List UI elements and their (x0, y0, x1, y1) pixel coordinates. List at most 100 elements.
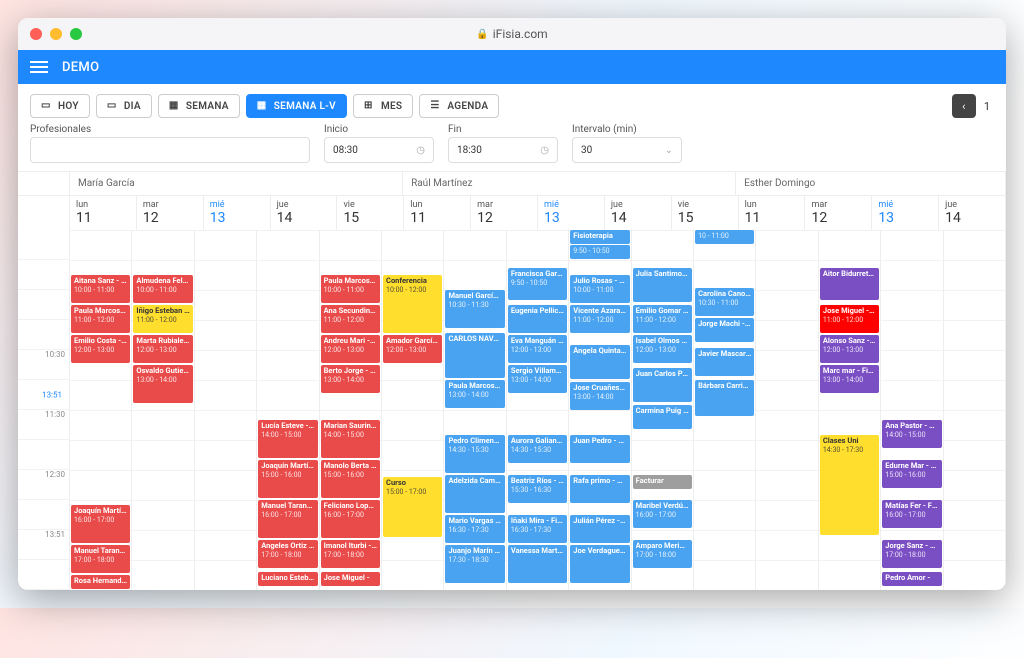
day-column[interactable]: Aitana Sanz - Fisioterapia10:00 - 11:00P… (70, 230, 132, 590)
calendar-event[interactable]: Juan Carlos Pérez - Fisioterapia (633, 368, 692, 402)
calendar-event[interactable]: Jose Cruañes - Fisioterapia13:00 - 14:00 (570, 382, 629, 410)
day-header[interactable]: mar12 (471, 196, 538, 230)
calendar-event[interactable]: Marta Rubiales - Fisioterapia12:00 - 13:… (133, 335, 192, 363)
calendar-event[interactable]: Jose Miguel - (321, 572, 380, 586)
calendar-event[interactable]: Emilio Costa - Fisioterapia12:00 - 13:00 (71, 335, 130, 363)
day-column[interactable]: Aitor Bidurreta - Fisioterapia Jose Migue… (819, 230, 881, 590)
calendar-event[interactable]: Julio Rosas - Fisioterapia10:00 - 11:00 (570, 275, 629, 303)
calendar-event[interactable]: Angeles Ortiz - Fisioterapia17:00 - 18:0… (258, 540, 317, 568)
calendar-event[interactable]: Joe Verdaguer - Fisioterapia (570, 545, 629, 583)
view-semanalv-button[interactable]: ▦SEMANA L-V (246, 94, 347, 118)
close-icon[interactable] (30, 28, 42, 40)
day-header[interactable]: mié13 (538, 196, 605, 230)
calendar-event[interactable]: Marc mar - Fisioterapia13:00 - 14:00 (820, 365, 879, 393)
day-header[interactable]: mié13 (204, 196, 271, 230)
day-column[interactable] (944, 230, 1006, 590)
calendar-event[interactable]: Berto Jorge - Fisioterapia13:00 - 14:00 (321, 365, 380, 393)
calendar-event[interactable]: Jorge Sanz - Fisioterapia17:00 - 18:00 (882, 540, 941, 568)
view-agenda-button[interactable]: ☰AGENDA (419, 94, 499, 118)
day-column[interactable]: Fisioterapia9:50 - 10:50 Julio Rosas - Fi… (569, 230, 631, 590)
calendar-event[interactable]: Pedro Amor - (882, 572, 941, 586)
calendar-event[interactable]: Emilio Gomar - Fisioterapia11:00 - 12:00 (633, 305, 692, 333)
calendar-event[interactable]: Iñaki Mira - Fisioterapia16:30 - 17:30 (508, 515, 567, 543)
calendar-event[interactable]: Andreu Mari - Fisioterapia12:00 - 13:00 (321, 335, 380, 363)
day-header[interactable]: mié13 (872, 196, 939, 230)
calendar-event[interactable]: Eva Manguán - Fisioterapia12:00 - 13:00 (508, 335, 567, 363)
calendar-event[interactable]: Adelzida Campos - Fisioterapia (445, 475, 504, 513)
calendar-event[interactable]: Edurne Mar - Fisioterapia15:00 - 16:00 (882, 460, 941, 488)
view-hoy-button[interactable]: ▭HOY (30, 94, 90, 118)
calendar-event[interactable]: Facturar (633, 475, 692, 489)
calendar-event[interactable]: Bárbara Carriedo - Fisioterapia (695, 380, 754, 416)
calendar-event[interactable]: Carmina Puig - Fisioterapia (633, 405, 692, 429)
calendar-event[interactable]: Aitor Bidurreta - Fisioterapia (820, 268, 879, 300)
calendar-event[interactable]: 9:50 - 10:50 (570, 245, 629, 259)
day-header[interactable]: mar12 (137, 196, 204, 230)
calendar-event[interactable]: Clases Uni14:30 - 17:30 (820, 435, 879, 535)
calendar-event[interactable]: Feliciano Lopez - Fisioterapia16:00 - 17… (321, 500, 380, 538)
calendar-event[interactable]: Vanessa Martínez - Fisioterapia (508, 545, 567, 583)
calendar-event[interactable]: Luciano Esteban (258, 572, 317, 586)
day-column[interactable]: Paula Marcos - Fisioterapia10:00 - 11:00… (320, 230, 382, 590)
view-mes-button[interactable]: ⊞MES (353, 94, 413, 118)
calendar-event[interactable]: Mario Vargas - Fisioterapia16:30 - 17:30 (445, 515, 504, 543)
day-header[interactable]: vie15 (337, 196, 404, 230)
day-column[interactable]: Almudena Feliz - Fisioterapia10:00 - 11:… (132, 230, 194, 590)
calendar-event[interactable]: Jose Miguel - Fisioterapia11:00 - 12:00 (820, 305, 879, 333)
menu-icon[interactable] (30, 61, 48, 73)
day-header[interactable]: vie15 (672, 196, 739, 230)
calendar-event[interactable]: Juanjo Marín - Fisioterapia17:30 - 18:30 (445, 545, 504, 583)
calendar-event[interactable]: Iñigo Esteban - Fisioterapia11:00 - 12:0… (133, 305, 192, 333)
calendar-event[interactable]: Juan Pedro - Fisioterapia (570, 435, 629, 463)
calendar-event[interactable]: Osvaldo Gutierrez - Fisioterapia13:00 - … (133, 365, 192, 403)
calendar-event[interactable]: Manuel García - Fisioterapia10:30 - 11:3… (445, 290, 504, 328)
calendar-event[interactable]: Marian Saurina - Fisioterapia14:00 - 15:… (321, 420, 380, 458)
day-column[interactable]: 10 - 11:00 Carolina Cano - Fisioterapia10… (694, 230, 756, 590)
calendar-event[interactable]: Aurora Galiano - Fisioterapia14:30 - 15:… (508, 435, 567, 463)
day-column[interactable]: Francisca García - Fisioterapia9:50 - 10… (507, 230, 569, 590)
calendar-event[interactable]: 10 - 11:00 (695, 230, 754, 244)
calendar-event[interactable]: Javier Mascarell - Fisioterapia (695, 348, 754, 376)
calendar-event[interactable]: Sergio Villamón - Fisioterapia13:00 - 14… (508, 365, 567, 393)
intervalo-select[interactable]: 30⌄ (572, 137, 682, 163)
day-header[interactable]: lun11 (404, 196, 471, 230)
calendar-event[interactable]: Carolina Cano - Fisioterapia10:30 - 11:0… (695, 288, 754, 316)
calendar-event[interactable]: Isabel Olmos - Fisioterapia12:00 - 13:00 (633, 335, 692, 363)
calendar-event[interactable]: Lucía Esteve - Fisioterapia14:00 - 15:00 (258, 420, 317, 458)
calendar-event[interactable]: Rafa primo - Fisioterapia (570, 475, 629, 503)
calendar-event[interactable]: Pedro Climent Ferri - Fisioterapia14:30 … (445, 435, 504, 473)
profesionales-input[interactable] (30, 137, 310, 163)
calendar-event[interactable]: Joaquín Martínez - Fisioterapia15:00 - 1… (258, 460, 317, 498)
calendar-event[interactable]: Conferencia10:00 - 12:00 (383, 275, 442, 333)
day-header[interactable]: mar12 (805, 196, 872, 230)
calendar-event[interactable]: Joaquín Martínez - Fisioterapia16:00 - 1… (71, 505, 130, 543)
calendar-event[interactable]: Imanol Iturbi - Fisioterapia17:00 - 18:0… (321, 540, 380, 568)
calendar-event[interactable]: Paula Marcos - Fisioterapia11:00 - 12:00 (71, 305, 130, 333)
view-dia-button[interactable]: ▭DIA (96, 94, 152, 118)
day-header[interactable]: jue14 (605, 196, 672, 230)
calendar-event[interactable]: Curso15:00 - 17:00 (383, 477, 442, 537)
calendar-event[interactable]: Manolo Berta - Fisioterapia15:00 - 16:00 (321, 460, 380, 498)
prev-page-button[interactable]: ‹ (952, 94, 976, 118)
day-column[interactable]: Manuel García - Fisioterapia10:30 - 11:3… (444, 230, 506, 590)
calendar-event[interactable]: Amador García - Fisioterapia12:00 - 13:0… (383, 335, 442, 363)
calendar-event[interactable]: Ángela Quintas - Fisioterapia (570, 345, 629, 379)
calendar-event[interactable]: Paula Marcos - Fisioterapia13:00 - 14:00 (445, 380, 504, 408)
calendar-event[interactable]: Jorge Machi - Fisioterapia (695, 318, 754, 342)
calendar-event[interactable]: Francisca García - Fisioterapia9:50 - 10… (508, 268, 567, 300)
calendar-event[interactable]: Julián Pérez - Fisioterapia (570, 515, 629, 543)
calendar-event[interactable]: Beatriz Ríos - Fisioterapia15:30 - 16:30 (508, 475, 567, 503)
calendar-event[interactable]: Amparo Merino - Fisioterapia17:00 - 18:0… (633, 540, 692, 568)
minimize-icon[interactable] (50, 28, 62, 40)
calendar-event[interactable]: Julia Santimoteo - Fisioterapia (633, 268, 692, 302)
calendar-event[interactable]: Fisioterapia (570, 230, 629, 244)
day-column[interactable]: Ana Pastor - Fisioterapia14:00 - 15:00Ed… (881, 230, 943, 590)
calendar-event[interactable]: Eugenia Pellicer - Fisioterapia (508, 305, 567, 333)
calendar-event[interactable]: Maribel Verdú - Fisioterapia16:00 - 17:0… (633, 500, 692, 528)
day-header[interactable]: jue14 (939, 196, 1006, 230)
zoom-icon[interactable] (70, 28, 82, 40)
calendar-event[interactable]: Ana Secundino - Fisioterapia11:00 - 12:0… (321, 305, 380, 333)
calendar-event[interactable]: Manuel Tarancón - Fisioterapia16:00 - 17… (258, 500, 317, 538)
day-column[interactable] (195, 230, 257, 590)
calendar-event[interactable]: Vicente Azara - Fisioterapia11:00 - 12:0… (570, 305, 629, 333)
